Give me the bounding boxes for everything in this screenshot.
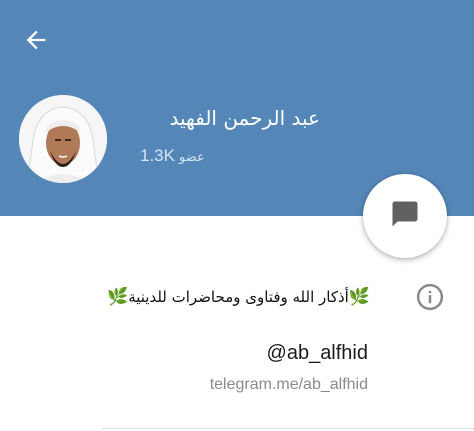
member-count-label: عضو xyxy=(178,150,205,165)
divider xyxy=(102,428,474,429)
channel-avatar[interactable] xyxy=(19,95,107,183)
member-count: 1.3K عضو xyxy=(140,146,205,166)
channel-username[interactable]: @ab_alfhid xyxy=(140,342,368,365)
channel-link[interactable]: telegram.me/ab_alfhid xyxy=(140,376,368,394)
description-body: أذكار الله وفتاوى ومحاضرات للدينية xyxy=(128,288,349,306)
description-text: 🌿أذكار الله وفتاوى ومحاضرات للدينية🌿 xyxy=(107,288,370,306)
message-button[interactable] xyxy=(363,174,447,258)
member-count-value: 1.3K xyxy=(140,146,175,165)
info-icon xyxy=(414,281,446,313)
channel-name: عبد الرحمن الفهيد xyxy=(169,106,320,130)
message-icon xyxy=(390,199,420,233)
arrow-left-icon xyxy=(22,26,50,58)
back-button[interactable] xyxy=(14,22,58,62)
channel-description: 🌿أذكار الله وفتاوى ومحاضرات للدينية🌿 xyxy=(46,282,370,312)
leaf-emoji: 🌿 xyxy=(348,287,370,307)
leaf-emoji: 🌿 xyxy=(107,287,129,307)
